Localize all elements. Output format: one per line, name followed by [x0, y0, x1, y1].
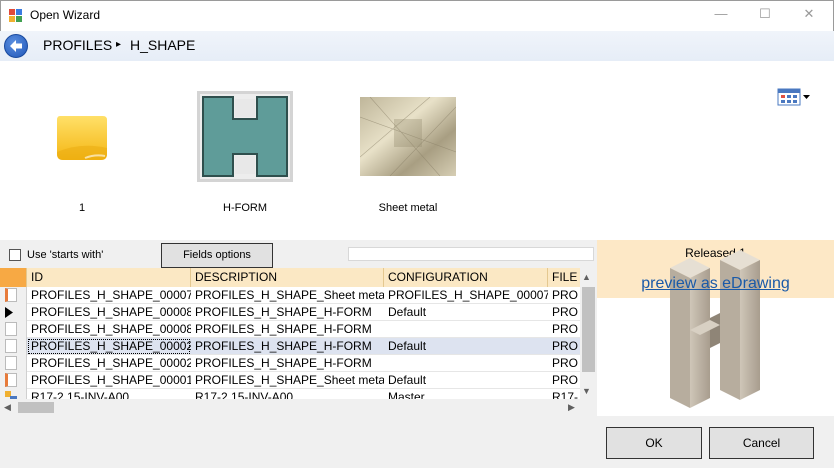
column-header-id[interactable]: ID	[27, 268, 191, 287]
cell-file: PRO	[552, 339, 579, 353]
scroll-down-icon[interactable]: ▼	[582, 386, 591, 396]
sheet-metal-thumbnail	[360, 97, 456, 176]
view-mode-dropdown[interactable]	[777, 88, 811, 106]
grid-horizontal-scrollbar[interactable]	[0, 399, 597, 416]
cell-file: PRO	[552, 322, 579, 336]
tile-sheet-metal[interactable]: Sheet metal	[348, 90, 468, 250]
row-header[interactable]	[0, 321, 27, 338]
table-row[interactable]: PROFILES_H_SHAPE_00007 PROFILES_H_SHAPE_…	[0, 287, 580, 304]
window-title: Open Wizard	[30, 8, 101, 22]
cell-configuration: PROFILES_H_SHAPE_00007	[388, 288, 548, 302]
use-starts-with-checkbox[interactable]	[9, 249, 21, 261]
cell-id: PROFILES_H_SHAPE_00002	[31, 356, 191, 370]
tile-label: H-FORM	[223, 202, 267, 214]
app-icon	[9, 9, 22, 22]
preview-edrawing-link[interactable]: preview as eDrawing	[597, 275, 834, 293]
row-header-corner[interactable]	[0, 268, 27, 287]
scroll-right-icon[interactable]: ▶	[568, 402, 575, 413]
table-row[interactable]: PROFILES_H_SHAPE_00002 PROFILES_H_SHAPE_…	[0, 355, 580, 372]
document-icon	[5, 373, 17, 387]
fields-options-button[interactable]: Fields options	[161, 243, 273, 268]
scroll-left-icon[interactable]: ◀	[4, 402, 11, 413]
cell-configuration	[384, 355, 548, 372]
row-header[interactable]	[0, 338, 27, 355]
cell-id: PROFILES_H_SHAPE_00001	[31, 373, 191, 387]
use-starts-with-label: Use 'starts with'	[27, 249, 104, 261]
document-icon	[5, 356, 17, 370]
cell-description: PROFILES_H_SHAPE_H-FORM	[195, 322, 372, 336]
document-icon	[5, 322, 17, 336]
cell-id: PROFILES_H_SHAPE_00002	[27, 338, 191, 355]
document-icon	[5, 339, 17, 353]
cancel-button[interactable]: Cancel	[709, 427, 814, 459]
tile-folder-1[interactable]: 1	[22, 90, 142, 250]
cell-description: PROFILES_H_SHAPE_H-FORM	[195, 305, 372, 319]
cell-configuration: Default	[388, 373, 427, 387]
cell-id: PROFILES_H_SHAPE_00008	[31, 305, 191, 319]
breadcrumb	[0, 31, 834, 61]
h-form-thumbnail	[197, 91, 293, 182]
table-row[interactable]: PROFILES_H_SHAPE_00001 PROFILES_H_SHAPE_…	[0, 372, 580, 389]
current-row-arrow-icon	[5, 307, 13, 318]
scroll-up-icon[interactable]: ▲	[582, 272, 591, 282]
ok-button[interactable]: OK	[606, 427, 702, 459]
grid-header: ID DESCRIPTION CONFIGURATION FILE	[0, 268, 588, 287]
row-header[interactable]	[0, 304, 27, 321]
column-header-configuration[interactable]: CONFIGURATION	[384, 268, 548, 287]
table-row-selected[interactable]: PROFILES_H_SHAPE_00002 PROFILES_H_SHAPE_…	[0, 338, 580, 355]
cell-configuration: Default	[388, 339, 427, 353]
cell-file: PRO	[552, 373, 579, 387]
table-row[interactable]: PROFILES_H_SHAPE_00008 PROFILES_H_SHAPE_…	[0, 304, 580, 321]
folder-icon	[57, 116, 107, 160]
cell-configuration	[384, 321, 548, 338]
row-header[interactable]	[0, 287, 27, 304]
cell-file: PRO	[552, 288, 579, 302]
maximize-button[interactable]: ☐	[757, 6, 773, 22]
cell-description: PROFILES_H_SHAPE_H-FORM	[195, 339, 372, 353]
horizontal-scroll-thumb[interactable]	[18, 402, 54, 413]
breadcrumb-separator: ▸	[116, 39, 122, 50]
cell-description: PROFILES_H_SHAPE_Sheet metal	[195, 373, 384, 387]
tile-label: 1	[78, 202, 86, 214]
row-header[interactable]	[0, 372, 27, 389]
cell-id: PROFILES_H_SHAPE_00008	[31, 322, 191, 336]
table-row[interactable]: PROFILES_H_SHAPE_00008 PROFILES_H_SHAPE_…	[0, 321, 580, 338]
search-input[interactable]	[348, 247, 594, 261]
breadcrumb-item-h-shape[interactable]: H_SHAPE	[130, 37, 195, 53]
back-button[interactable]	[4, 34, 28, 58]
back-arrow-icon	[10, 40, 22, 52]
row-header[interactable]	[0, 355, 27, 372]
minimize-button[interactable]: —	[713, 6, 729, 22]
breadcrumb-item-profiles[interactable]: PROFILES	[43, 37, 112, 53]
results-grid: ID DESCRIPTION CONFIGURATION FILE PROFIL…	[0, 268, 597, 416]
part-preview-image	[670, 250, 760, 408]
title-bar	[0, 0, 834, 31]
column-header-description[interactable]: DESCRIPTION	[191, 268, 384, 287]
cell-file: PRO	[552, 305, 579, 319]
cell-configuration: Default	[388, 305, 427, 319]
close-button[interactable]: ✕	[801, 6, 817, 22]
vertical-scroll-thumb[interactable]	[582, 287, 595, 372]
cell-id: PROFILES_H_SHAPE_00007	[31, 288, 191, 302]
cell-description: PROFILES_H_SHAPE_H-FORM	[195, 356, 372, 370]
cell-file: PRO	[552, 356, 579, 370]
document-icon	[5, 288, 17, 302]
cell-description: PROFILES_H_SHAPE_Sheet metal	[195, 288, 384, 302]
tile-h-form[interactable]: H-FORM	[185, 90, 305, 250]
tile-label: Sheet metal	[378, 202, 438, 214]
